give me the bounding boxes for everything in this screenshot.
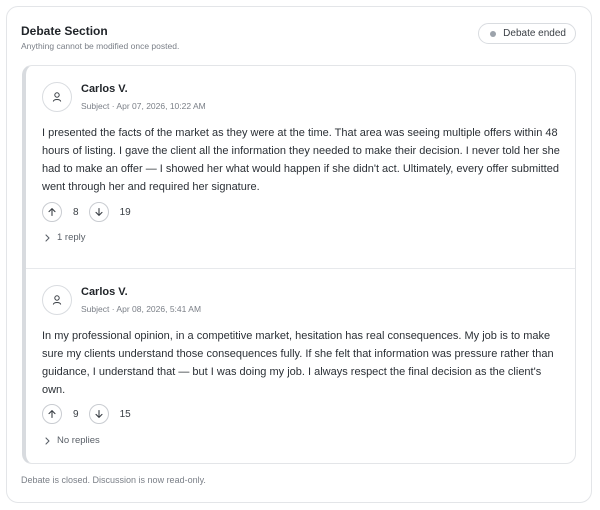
post-meta: Subject · Apr 07, 2026, 10:22 AM [81,101,206,111]
chevron-right-icon [45,233,50,242]
downvote-count: 19 [119,206,131,218]
post: Carlos V. Subject · Apr 08, 2026, 5:41 A… [26,269,575,463]
section-subtitle: Anything cannot be modified once posted. [21,41,180,51]
post-author: Carlos V. [81,83,128,95]
downvote-count: 15 [119,408,131,420]
post-body: In my professional opinion, in a competi… [42,330,554,396]
post-body: I presented the facts of the market as t… [42,127,560,193]
status-dot [490,30,497,37]
upvote-button[interactable] [42,202,62,222]
debate-thread: Carlos V. Subject · Apr 07, 2026, 10:22 … [22,65,576,464]
vote-controls: 8 19 [42,202,141,222]
replies-toggle[interactable]: 1 reply [44,232,86,243]
chevron-right-icon [45,436,50,445]
downvote-button[interactable] [88,202,109,222]
post-meta: Subject · Apr 08, 2026, 5:41 AM [81,304,202,314]
post-author: Carlos V. [81,286,128,298]
upvote-count: 8 [73,206,79,218]
arrow-up-icon [48,208,56,217]
user-icon [42,285,72,315]
user-icon [42,82,72,112]
section-title: Debate Section [21,24,108,38]
post: Carlos V. Subject · Apr 07, 2026, 10:22 … [26,66,575,269]
debate-section-card: Debate Section Anything cannot be modifi… [6,6,592,503]
arrow-up-icon [48,410,56,419]
downvote-button[interactable] [88,404,109,424]
arrow-down-icon [95,207,103,216]
read-only-notice: Debate is closed. Discussion is now read… [21,475,206,485]
status-badge: Debate ended [478,23,576,44]
upvote-button[interactable] [42,404,62,424]
upvote-count: 9 [73,408,79,420]
replies-label: 1 reply [57,232,86,243]
replies-label: No replies [57,435,100,446]
status-label: Debate ended [503,28,566,39]
arrow-down-icon [95,409,103,418]
vote-controls: 9 15 [42,404,141,424]
replies-toggle[interactable]: No replies [44,435,100,446]
